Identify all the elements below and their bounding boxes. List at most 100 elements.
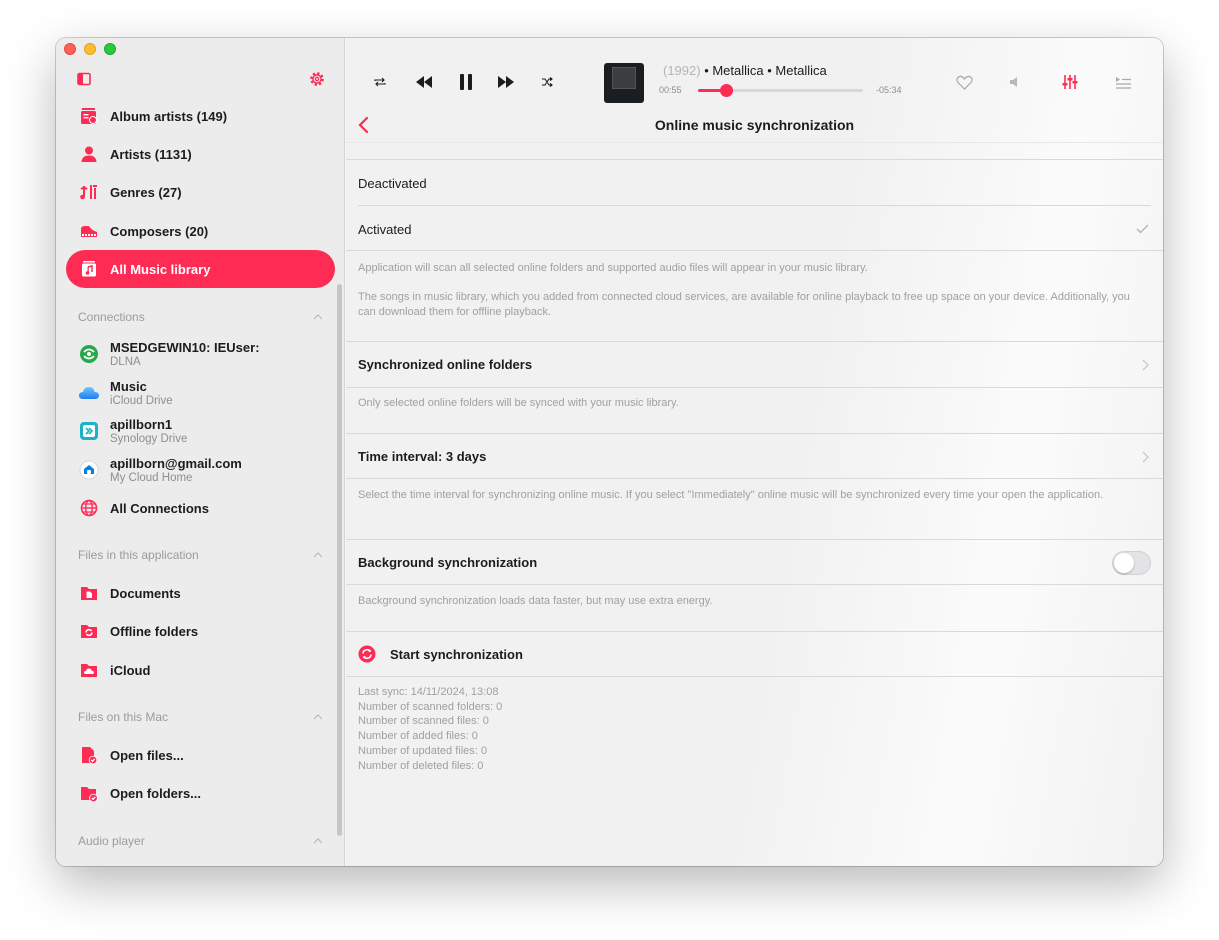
window-controls bbox=[64, 43, 116, 55]
sidebar-item-composers[interactable]: Composers (20) bbox=[66, 212, 335, 250]
sync-folders-description: Only selected online folders will be syn… bbox=[358, 397, 679, 409]
background-sync-toggle[interactable] bbox=[1112, 551, 1151, 575]
sidebar-item-label: Documents bbox=[110, 585, 181, 601]
sidebar-item-label: All Music library bbox=[110, 261, 211, 277]
start-sync-button[interactable]: Start synchronization bbox=[358, 642, 1151, 666]
sidebar-item-artists[interactable]: Artists (1131) bbox=[66, 135, 335, 173]
start-sync-label: Start synchronization bbox=[390, 646, 523, 662]
sidebar-item-open-files[interactable]: Open files... bbox=[66, 736, 335, 774]
queue-button[interactable] bbox=[1114, 74, 1132, 90]
app-window: Album artists (149) Artists (1131) Genre… bbox=[56, 38, 1163, 866]
backward-icon bbox=[416, 76, 432, 88]
offline-folder-icon bbox=[78, 620, 100, 642]
playlist-icon bbox=[1115, 76, 1131, 89]
background-sync-label: Background synchronization bbox=[358, 555, 538, 570]
files-app-section-header[interactable]: Files in this application bbox=[78, 548, 323, 562]
track-year: (1992) bbox=[663, 63, 701, 78]
divider bbox=[346, 584, 1163, 585]
option-deactivated[interactable]: Deactivated bbox=[358, 176, 427, 191]
close-window-button[interactable] bbox=[64, 43, 76, 55]
sidebar-item-offline-folders[interactable]: Offline folders bbox=[66, 612, 335, 650]
background-sync-description: Background synchronization loads data fa… bbox=[358, 595, 713, 607]
sync-icon bbox=[358, 645, 376, 663]
next-track-button[interactable] bbox=[496, 73, 516, 91]
sidebar-item-label: Album artists (149) bbox=[110, 108, 228, 124]
equalizer-icon bbox=[1062, 75, 1078, 89]
progress-slider[interactable] bbox=[698, 84, 863, 97]
pause-button[interactable] bbox=[458, 72, 474, 92]
chevron-right-icon bbox=[1142, 359, 1149, 371]
sidebar-item-genres[interactable]: Genres (27) bbox=[66, 173, 335, 211]
section-title: Connections bbox=[78, 310, 145, 324]
progress-knob[interactable] bbox=[719, 84, 733, 97]
shuffle-icon bbox=[542, 77, 553, 87]
added-files-count: Number of added files: 0 bbox=[358, 730, 478, 743]
section-title: Files in this application bbox=[78, 548, 199, 562]
activated-description-2: The songs in music library, which you ad… bbox=[358, 291, 1130, 318]
main-content: (1992) • Metallica • Metallica 00:55 -05… bbox=[346, 38, 1163, 866]
repeat-icon bbox=[374, 77, 386, 87]
checkmark-icon bbox=[1136, 224, 1149, 234]
connection-title: apillborn@gmail.com bbox=[110, 455, 242, 471]
sidebar-item-open-folders[interactable]: Open folders... bbox=[66, 774, 335, 812]
divider bbox=[358, 205, 1151, 206]
dlna-icon bbox=[78, 343, 100, 365]
sidebar-toggle-icon[interactable] bbox=[77, 72, 91, 86]
sidebar-item-label: Open folders... bbox=[110, 785, 202, 801]
connection-subtitle: DLNA bbox=[110, 355, 141, 368]
divider bbox=[346, 341, 1163, 342]
artists-icon bbox=[78, 143, 100, 165]
connection-icloud-drive[interactable]: Music iCloud Drive bbox=[66, 374, 335, 412]
track-info: • Metallica • Metallica bbox=[700, 63, 827, 78]
sidebar-scrollbar[interactable] bbox=[337, 284, 342, 836]
globe-icon bbox=[78, 497, 100, 519]
composers-icon bbox=[78, 220, 100, 242]
synchronized-folders-row[interactable]: Synchronized online folders bbox=[358, 357, 532, 372]
connection-dlna[interactable]: MSEDGEWIN10: IEUser: DLNA bbox=[66, 335, 335, 373]
elapsed-time: 00:55 bbox=[659, 85, 682, 95]
sidebar-item-icloud[interactable]: iCloud bbox=[66, 651, 335, 689]
sidebar-item-all-music-library[interactable]: All Music library bbox=[66, 250, 335, 288]
time-interval-row[interactable]: Time interval: 3 days bbox=[358, 449, 486, 464]
divider bbox=[346, 387, 1163, 388]
divider bbox=[346, 539, 1163, 540]
previous-track-button[interactable] bbox=[414, 73, 434, 91]
sidebar: Album artists (149) Artists (1131) Genre… bbox=[56, 38, 345, 866]
scanned-folders-count: Number of scanned folders: 0 bbox=[358, 700, 503, 713]
repeat-button[interactable] bbox=[374, 75, 386, 89]
gear-icon[interactable] bbox=[308, 70, 326, 88]
volume-button[interactable] bbox=[1008, 75, 1022, 89]
audio-player-section-header[interactable]: Audio player bbox=[78, 834, 323, 848]
album-artwork[interactable] bbox=[604, 63, 644, 103]
minimize-window-button[interactable] bbox=[84, 43, 96, 55]
forward-icon bbox=[498, 76, 514, 88]
shuffle-button[interactable] bbox=[540, 75, 554, 89]
pause-icon bbox=[460, 74, 472, 90]
page-title: Online music synchronization bbox=[654, 117, 855, 133]
sidebar-item-label: Offline folders bbox=[110, 623, 199, 639]
icloud-drive-icon bbox=[78, 382, 100, 404]
sidebar-item-album-artists[interactable]: Album artists (149) bbox=[66, 97, 335, 135]
speaker-icon bbox=[1010, 77, 1017, 87]
option-activated[interactable]: Activated bbox=[358, 222, 411, 237]
scanned-files-count: Number of scanned files: 0 bbox=[358, 715, 489, 728]
files-mac-section-header[interactable]: Files on this Mac bbox=[78, 710, 323, 724]
deleted-files-count: Number of deleted files: 0 bbox=[358, 759, 484, 772]
connection-all-connections[interactable]: All Connections bbox=[66, 489, 335, 527]
track-title: (1992) • Metallica • Metallica bbox=[663, 63, 827, 78]
connection-my-cloud-home[interactable]: apillborn@gmail.com My Cloud Home bbox=[66, 451, 335, 489]
equalizer-button[interactable] bbox=[1062, 73, 1078, 91]
divider bbox=[346, 433, 1163, 434]
favorite-button[interactable] bbox=[955, 74, 973, 90]
connections-section-header[interactable]: Connections bbox=[78, 310, 323, 324]
zoom-window-button[interactable] bbox=[104, 43, 116, 55]
chevron-up-icon bbox=[313, 714, 323, 720]
connection-synology-drive[interactable]: apillborn1 Synology Drive bbox=[66, 412, 335, 450]
album-artists-icon bbox=[78, 105, 100, 127]
divider bbox=[346, 631, 1163, 632]
connection-subtitle: Synology Drive bbox=[110, 432, 188, 445]
sidebar-item-label: Composers (20) bbox=[110, 223, 209, 239]
chevron-up-icon bbox=[313, 838, 323, 844]
sidebar-item-documents[interactable]: Documents bbox=[66, 574, 335, 612]
section-title: Audio player bbox=[78, 834, 145, 848]
